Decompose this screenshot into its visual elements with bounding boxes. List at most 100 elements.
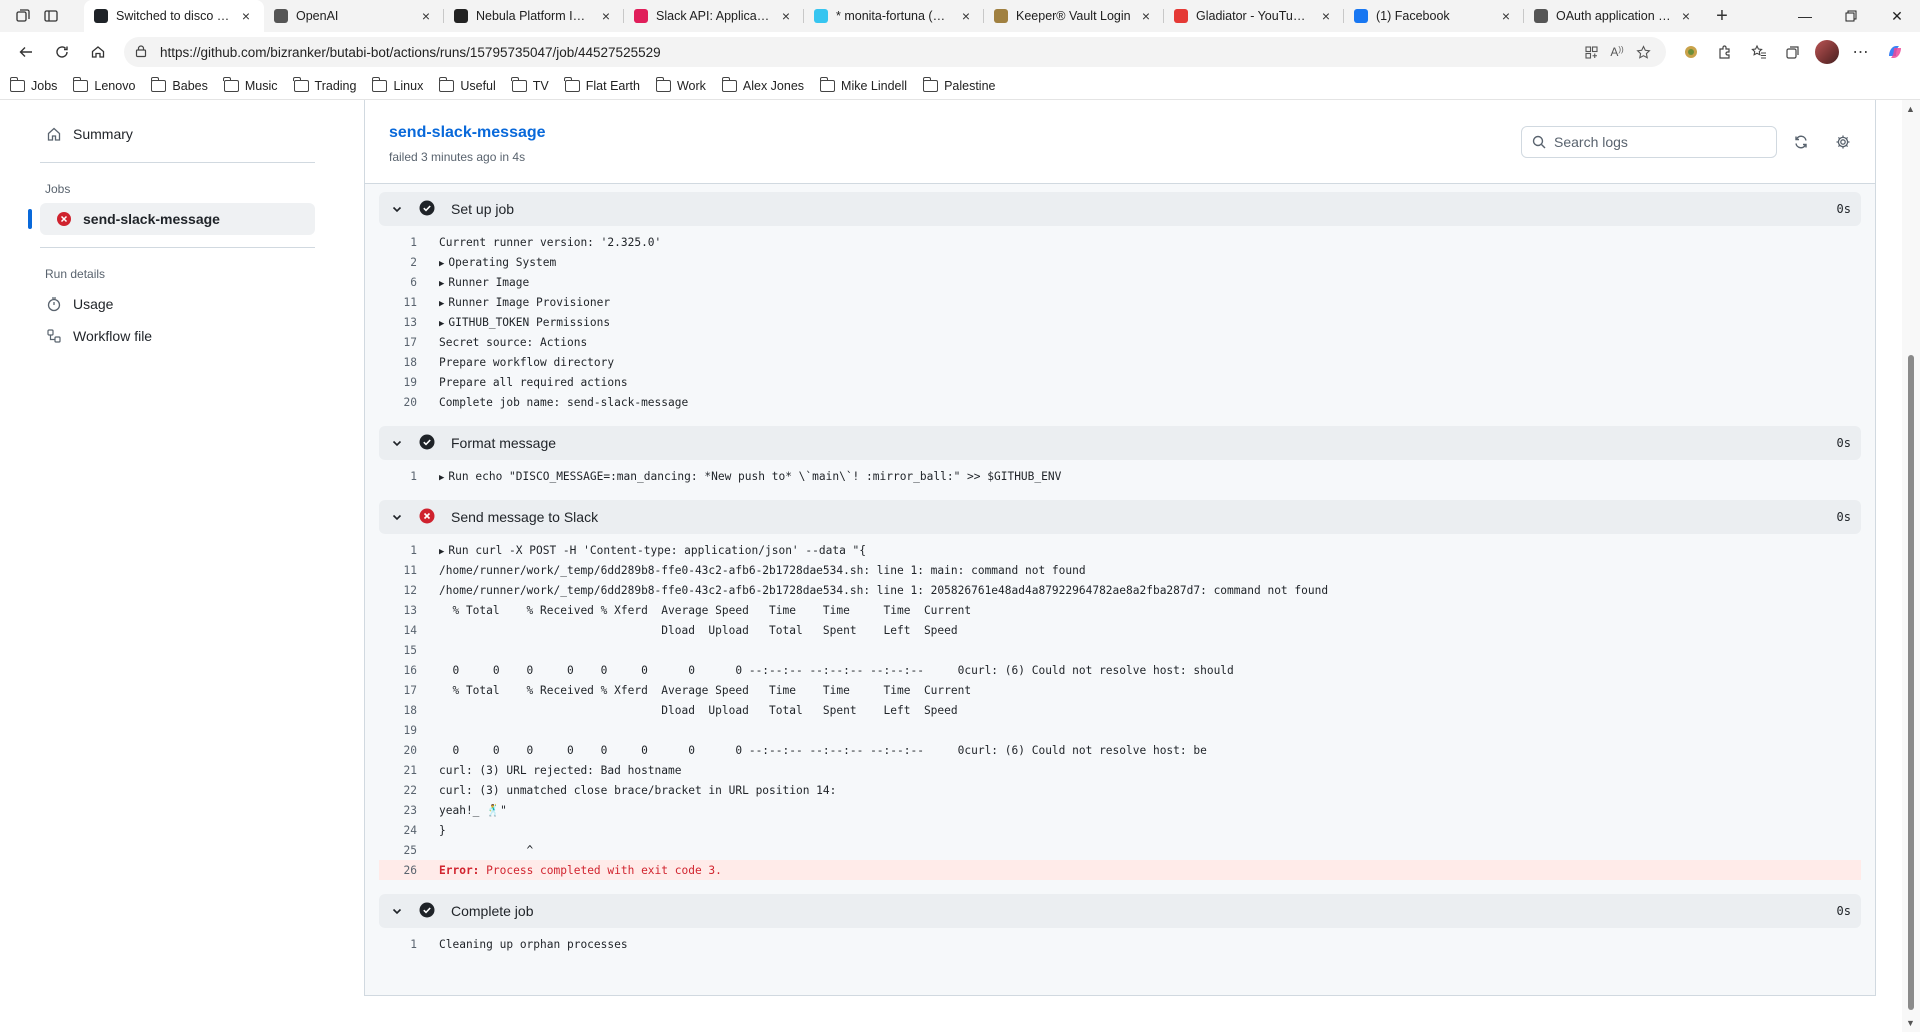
search-logs-input[interactable]: Search logs: [1521, 126, 1777, 158]
bookmark-folder[interactable]: Flat Earth: [564, 76, 640, 93]
line-number[interactable]: 16: [379, 664, 427, 677]
bookmark-label[interactable]: Mike Lindell: [841, 79, 907, 93]
step-header[interactable]: Format message 0s: [379, 426, 1861, 460]
close-tab-icon[interactable]: ×: [1318, 8, 1334, 24]
refresh-button[interactable]: [44, 36, 80, 68]
bookmark-label[interactable]: Trading: [315, 79, 357, 93]
bookmark-folder[interactable]: Jobs: [9, 76, 57, 93]
chevron-down-icon[interactable]: [391, 203, 407, 215]
bookmark-folder[interactable]: Work: [655, 76, 706, 93]
bookmark-folder[interactable]: Linux: [372, 76, 423, 93]
browser-tab[interactable]: Slack API: Applications ×: [624, 0, 804, 32]
read-aloud-icon[interactable]: A)): [1604, 45, 1630, 59]
tab-title[interactable]: Slack API: Applications: [656, 9, 772, 23]
line-number[interactable]: 26: [379, 864, 427, 877]
line-number[interactable]: 13: [379, 316, 427, 329]
bookmark-folder[interactable]: TV: [511, 76, 549, 93]
collections-icon[interactable]: [1776, 36, 1810, 68]
tab-title[interactable]: (1) Facebook: [1376, 9, 1492, 23]
step-name[interactable]: Set up job: [451, 201, 514, 217]
line-number[interactable]: 17: [379, 684, 427, 697]
bookmark-folder[interactable]: Alex Jones: [721, 76, 804, 93]
chevron-down-icon[interactable]: [391, 511, 407, 523]
extension-icon[interactable]: [1674, 36, 1708, 68]
expand-group-icon[interactable]: ▶: [439, 259, 444, 269]
close-tab-icon[interactable]: ×: [598, 8, 614, 24]
close-tab-icon[interactable]: ×: [1138, 8, 1154, 24]
sidebar-item-summary[interactable]: Summary: [30, 118, 315, 150]
expand-group-icon[interactable]: ▶: [439, 473, 444, 483]
extensions-puzzle-icon[interactable]: [1708, 36, 1742, 68]
favorite-star-icon[interactable]: [1630, 44, 1656, 60]
step-header[interactable]: Send message to Slack 0s: [379, 500, 1861, 534]
chevron-down-icon[interactable]: [391, 905, 407, 917]
scroll-up-arrow[interactable]: ▲: [1906, 104, 1915, 114]
bookmark-folder[interactable]: Palestine: [922, 76, 996, 93]
line-number[interactable]: 14: [379, 624, 427, 637]
bookmark-label[interactable]: Linux: [393, 79, 423, 93]
bookmark-label[interactable]: TV: [533, 79, 549, 93]
bookmark-folder[interactable]: Lenovo: [73, 76, 135, 93]
tab-title[interactable]: OpenAI: [296, 9, 412, 23]
sidebar-item-workflow-file[interactable]: Workflow file: [30, 320, 315, 352]
bookmark-label[interactable]: Babes: [172, 79, 207, 93]
back-button[interactable]: [8, 36, 44, 68]
avatar[interactable]: [1815, 40, 1839, 64]
line-number[interactable]: 1: [379, 938, 427, 951]
tab-title[interactable]: Nebula Platform Interview: [476, 9, 592, 23]
sidebar-item-usage[interactable]: Usage: [30, 288, 315, 320]
home-button[interactable]: [80, 36, 116, 68]
tab-title[interactable]: * monita-fortuna (Channel): [836, 9, 952, 23]
new-tab-button[interactable]: +: [1704, 0, 1740, 32]
line-number[interactable]: 20: [379, 744, 427, 757]
close-tab-icon[interactable]: ×: [418, 8, 434, 24]
scroll-down-arrow[interactable]: ▼: [1906, 1018, 1915, 1028]
browser-tab[interactable]: Switched to disco Slack ×: [84, 0, 264, 32]
line-number[interactable]: 12: [379, 584, 427, 597]
line-number[interactable]: 1: [379, 236, 427, 249]
browser-tab[interactable]: (1) Facebook ×: [1344, 0, 1524, 32]
app-available-icon[interactable]: [1578, 45, 1604, 60]
browser-tab[interactable]: OpenAI ×: [264, 0, 444, 32]
tab-title[interactable]: Switched to disco Slack: [116, 9, 232, 23]
more-options-icon[interactable]: ⋯: [1844, 36, 1878, 68]
line-number[interactable]: 22: [379, 784, 427, 797]
bookmark-folder[interactable]: Babes: [151, 76, 208, 93]
favorites-icon[interactable]: [1742, 36, 1776, 68]
step-name[interactable]: Format message: [451, 435, 556, 451]
scrollbar-thumb[interactable]: [1908, 355, 1914, 1010]
bookmark-folder[interactable]: Trading: [293, 76, 357, 93]
line-number[interactable]: 13: [379, 604, 427, 617]
line-number[interactable]: 20: [379, 396, 427, 409]
close-tab-icon[interactable]: ×: [238, 8, 254, 24]
close-tab-icon[interactable]: ×: [1678, 8, 1694, 24]
browser-tab[interactable]: Gladiator - YouTube TV ×: [1164, 0, 1344, 32]
bookmark-label[interactable]: Flat Earth: [586, 79, 640, 93]
bookmark-label[interactable]: Work: [677, 79, 706, 93]
expand-group-icon[interactable]: ▶: [439, 319, 444, 329]
close-tab-icon[interactable]: ×: [958, 8, 974, 24]
line-number[interactable]: 15: [379, 644, 427, 657]
tab-title[interactable]: OAuth application auth: [1556, 9, 1672, 23]
browser-tab[interactable]: Keeper® Vault Login ×: [984, 0, 1164, 32]
expand-group-icon[interactable]: ▶: [439, 299, 444, 309]
bookmark-label[interactable]: Lenovo: [94, 79, 135, 93]
bookmark-label[interactable]: Palestine: [944, 79, 995, 93]
line-number[interactable]: 6: [379, 276, 427, 289]
step-name[interactable]: Complete job: [451, 903, 534, 919]
line-number[interactable]: 11: [379, 564, 427, 577]
step-name[interactable]: Send message to Slack: [451, 509, 598, 525]
bookmark-label[interactable]: Useful: [460, 79, 495, 93]
close-tab-icon[interactable]: ×: [1498, 8, 1514, 24]
line-number[interactable]: 24: [379, 824, 427, 837]
browser-tab[interactable]: Nebula Platform Interview ×: [444, 0, 624, 32]
lock-icon[interactable]: [134, 44, 150, 61]
line-number[interactable]: 1: [379, 544, 427, 557]
page-scrollbar[interactable]: ▲ ▼: [1902, 100, 1920, 1032]
browser-tab[interactable]: * monita-fortuna (Channel) ×: [804, 0, 984, 32]
line-number[interactable]: 19: [379, 724, 427, 737]
bookmark-label[interactable]: Jobs: [31, 79, 57, 93]
expand-group-icon[interactable]: ▶: [439, 279, 444, 289]
line-number[interactable]: 25: [379, 844, 427, 857]
line-number[interactable]: 11: [379, 296, 427, 309]
